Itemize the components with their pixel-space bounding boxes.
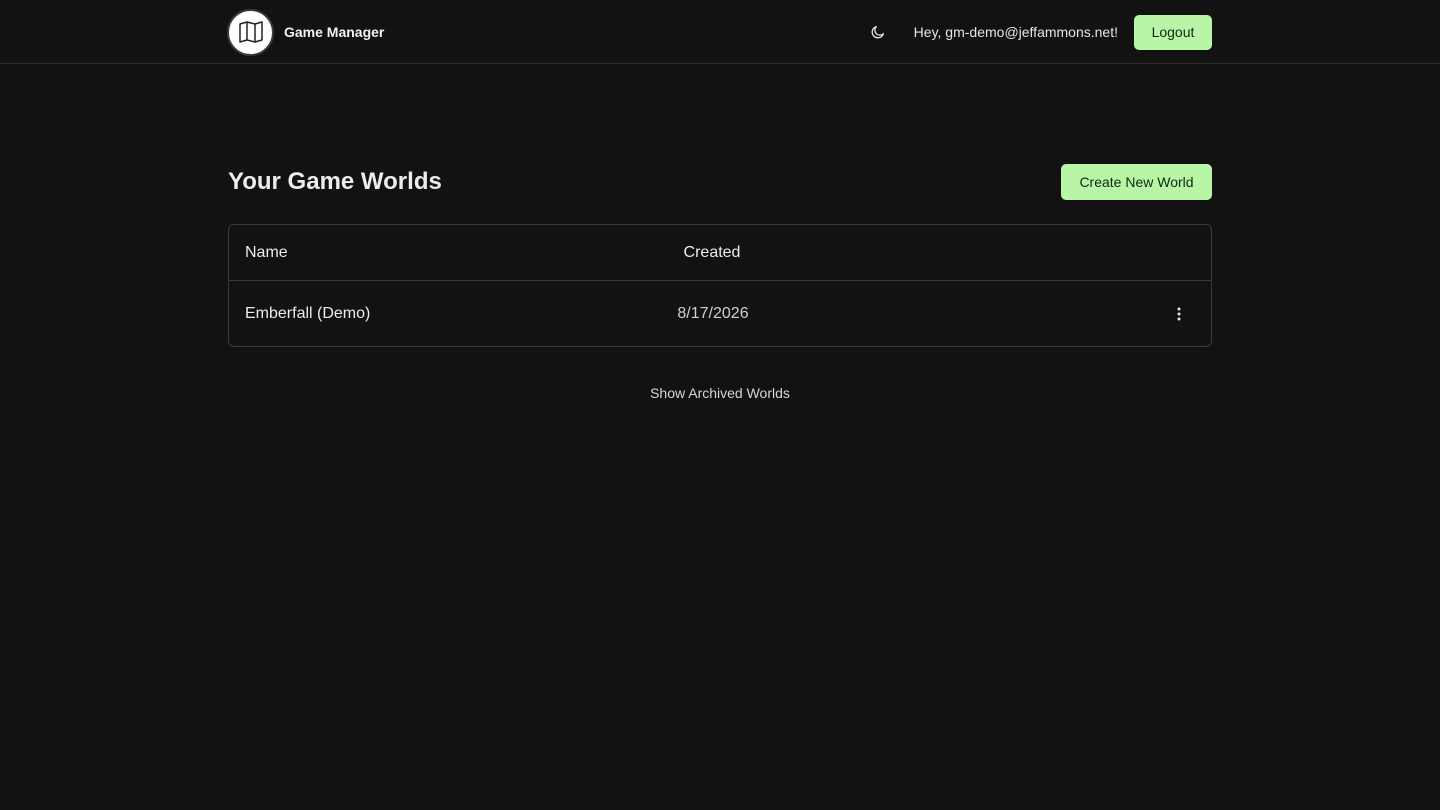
create-new-world-button[interactable]: Create New World (1061, 164, 1212, 200)
page-title: Your Game Worlds (228, 168, 442, 195)
column-header-created[interactable]: Created (229, 244, 1203, 262)
app-title: Game Manager (284, 24, 385, 40)
moon-icon (871, 26, 884, 39)
worlds-table: Name Created Emberfall (Demo) 8/17/2026 (228, 224, 1212, 347)
top-navigation-bar: Game Manager Hey, gm-demo@jeffammons.net… (0, 0, 1440, 64)
table-header-row: Name Created (229, 225, 1211, 281)
world-created-cell: 8/17/2026 (677, 304, 749, 322)
theme-toggle-button[interactable] (862, 16, 894, 48)
app-logo[interactable] (227, 8, 274, 56)
main-content: Your Game Worlds Create New World Name C… (228, 164, 1212, 405)
worlds-header: Your Game Worlds Create New World (228, 164, 1212, 200)
show-archived-worlds-button[interactable]: Show Archived Worlds (642, 381, 798, 405)
top-navigation-content: Game Manager Hey, gm-demo@jeffammons.net… (227, 8, 1212, 56)
logout-button[interactable]: Logout (1134, 14, 1212, 50)
user-greeting: Hey, gm-demo@jeffammons.net! (913, 24, 1118, 40)
world-name-cell[interactable]: Emberfall (Demo) (245, 305, 370, 323)
vertical-ellipsis-icon (1177, 307, 1181, 320)
row-actions-menu-button[interactable] (1163, 298, 1195, 330)
open-book-icon (238, 21, 263, 43)
table-row[interactable]: Emberfall (Demo) 8/17/2026 (229, 281, 1211, 346)
column-header-name[interactable]: Name (245, 244, 288, 262)
